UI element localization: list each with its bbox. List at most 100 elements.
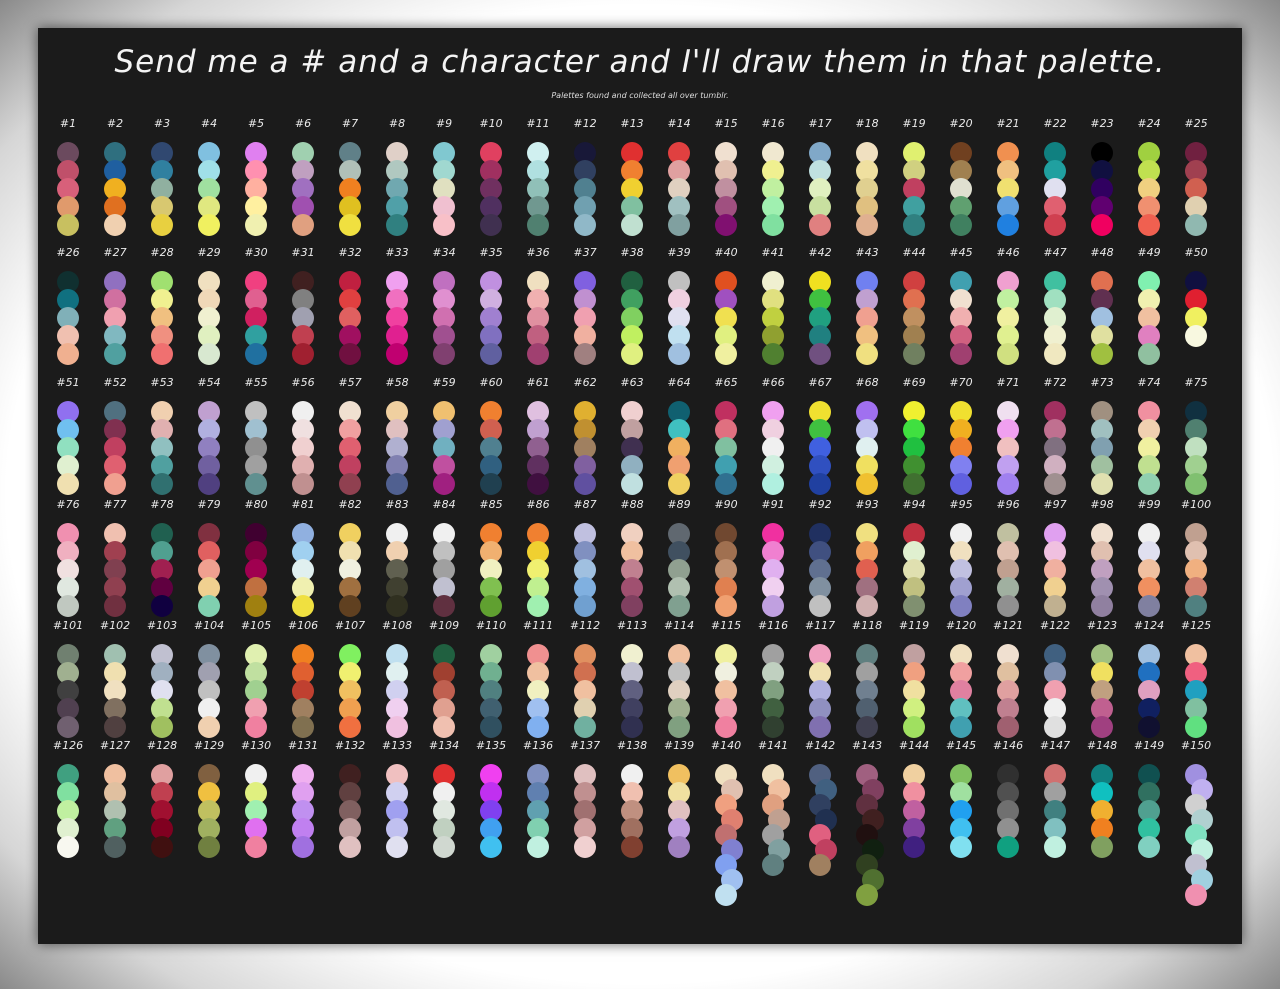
palette-number-label: #149 xyxy=(1133,739,1165,752)
color-swatch xyxy=(856,595,878,617)
palette-number-label: #79 xyxy=(197,498,221,511)
color-swatch xyxy=(433,343,455,365)
palette-number-label: #24 xyxy=(1137,117,1161,130)
palette-number-label: #114 xyxy=(663,619,695,632)
palette-number-label: #106 xyxy=(287,619,319,632)
palette-number-label: #146 xyxy=(992,739,1024,752)
color-swatch xyxy=(1185,716,1207,738)
palette-number-label: #142 xyxy=(804,739,836,752)
color-swatch xyxy=(57,343,79,365)
color-swatch xyxy=(433,214,455,236)
color-swatch xyxy=(1185,325,1207,347)
palette-number-label: #147 xyxy=(1039,739,1071,752)
palette-number-label: #58 xyxy=(385,376,409,389)
palette-number-label: #14 xyxy=(667,117,691,130)
color-swatch xyxy=(433,716,455,738)
palette-number-label: #44 xyxy=(902,246,926,259)
color-swatch xyxy=(198,343,220,365)
color-swatch xyxy=(715,343,737,365)
palette-number-label: #136 xyxy=(522,739,554,752)
palette-number-label: #144 xyxy=(898,739,930,752)
palette-number-label: #47 xyxy=(1043,246,1067,259)
color-swatch xyxy=(1091,836,1113,858)
color-swatch xyxy=(856,214,878,236)
palette-number-label: #110 xyxy=(475,619,507,632)
palette-number-label: #72 xyxy=(1043,376,1067,389)
palette-number-label: #92 xyxy=(808,498,832,511)
color-swatch xyxy=(1091,716,1113,738)
palette-number-label: #82 xyxy=(338,498,362,511)
palette-number-label: #7 xyxy=(341,117,359,130)
color-swatch xyxy=(527,343,549,365)
color-swatch xyxy=(480,214,502,236)
palette-number-label: #97 xyxy=(1043,498,1067,511)
color-swatch xyxy=(1044,473,1066,495)
color-swatch xyxy=(762,473,784,495)
palette-number-label: #31 xyxy=(291,246,315,259)
palette-number-label: #143 xyxy=(851,739,883,752)
color-swatch xyxy=(57,473,79,495)
palette-number-label: #55 xyxy=(244,376,268,389)
color-swatch xyxy=(198,214,220,236)
color-swatch xyxy=(574,595,596,617)
palette-number-label: #26 xyxy=(56,246,80,259)
color-swatch xyxy=(527,214,549,236)
palette-number-label: #81 xyxy=(291,498,315,511)
color-swatch xyxy=(997,214,1019,236)
color-swatch xyxy=(997,343,1019,365)
palette-number-label: #96 xyxy=(996,498,1020,511)
color-swatch xyxy=(809,214,831,236)
color-swatch xyxy=(856,716,878,738)
color-swatch xyxy=(57,716,79,738)
palette-number-label: #127 xyxy=(99,739,131,752)
color-swatch xyxy=(1185,214,1207,236)
color-swatch xyxy=(1185,473,1207,495)
palette-number-label: #140 xyxy=(710,739,742,752)
color-swatch xyxy=(104,214,126,236)
palette-number-label: #3 xyxy=(153,117,171,130)
palette-number-label: #42 xyxy=(808,246,832,259)
palette-number-label: #84 xyxy=(432,498,456,511)
palette-number-label: #145 xyxy=(945,739,977,752)
color-swatch xyxy=(1091,214,1113,236)
palette-number-label: #69 xyxy=(902,376,926,389)
color-swatch xyxy=(1044,343,1066,365)
color-swatch xyxy=(245,716,267,738)
color-swatch xyxy=(339,473,361,495)
palette-number-label: #105 xyxy=(240,619,272,632)
palette-number-label: #75 xyxy=(1184,376,1208,389)
color-swatch xyxy=(433,473,455,495)
palette-number-label: #90 xyxy=(714,498,738,511)
palette-number-label: #74 xyxy=(1137,376,1161,389)
color-swatch xyxy=(527,473,549,495)
palette-number-label: #122 xyxy=(1039,619,1071,632)
palette-number-label: #9 xyxy=(435,117,453,130)
color-swatch xyxy=(762,716,784,738)
palette-number-label: #71 xyxy=(996,376,1020,389)
palette-number-label: #38 xyxy=(620,246,644,259)
palette-number-label: #34 xyxy=(432,246,456,259)
palette-number-label: #15 xyxy=(714,117,738,130)
color-swatch xyxy=(950,473,972,495)
palette-number-label: #21 xyxy=(996,117,1020,130)
color-swatch xyxy=(480,343,502,365)
color-swatch xyxy=(715,884,737,906)
color-swatch xyxy=(997,595,1019,617)
palette-number-label: #40 xyxy=(714,246,738,259)
color-swatch xyxy=(809,595,831,617)
palette-number-label: #4 xyxy=(200,117,218,130)
palette-number-label: #50 xyxy=(1184,246,1208,259)
color-swatch xyxy=(198,716,220,738)
palette-number-label: #104 xyxy=(193,619,225,632)
color-swatch xyxy=(292,595,314,617)
color-swatch xyxy=(1044,836,1066,858)
palette-number-label: #28 xyxy=(150,246,174,259)
palette-number-label: #91 xyxy=(761,498,785,511)
palette-number-label: #129 xyxy=(193,739,225,752)
color-swatch xyxy=(574,716,596,738)
color-swatch xyxy=(621,473,643,495)
palette-number-label: #53 xyxy=(150,376,174,389)
palette-number-label: #115 xyxy=(710,619,742,632)
palette-number-label: #10 xyxy=(479,117,503,130)
palette-number-label: #116 xyxy=(757,619,789,632)
